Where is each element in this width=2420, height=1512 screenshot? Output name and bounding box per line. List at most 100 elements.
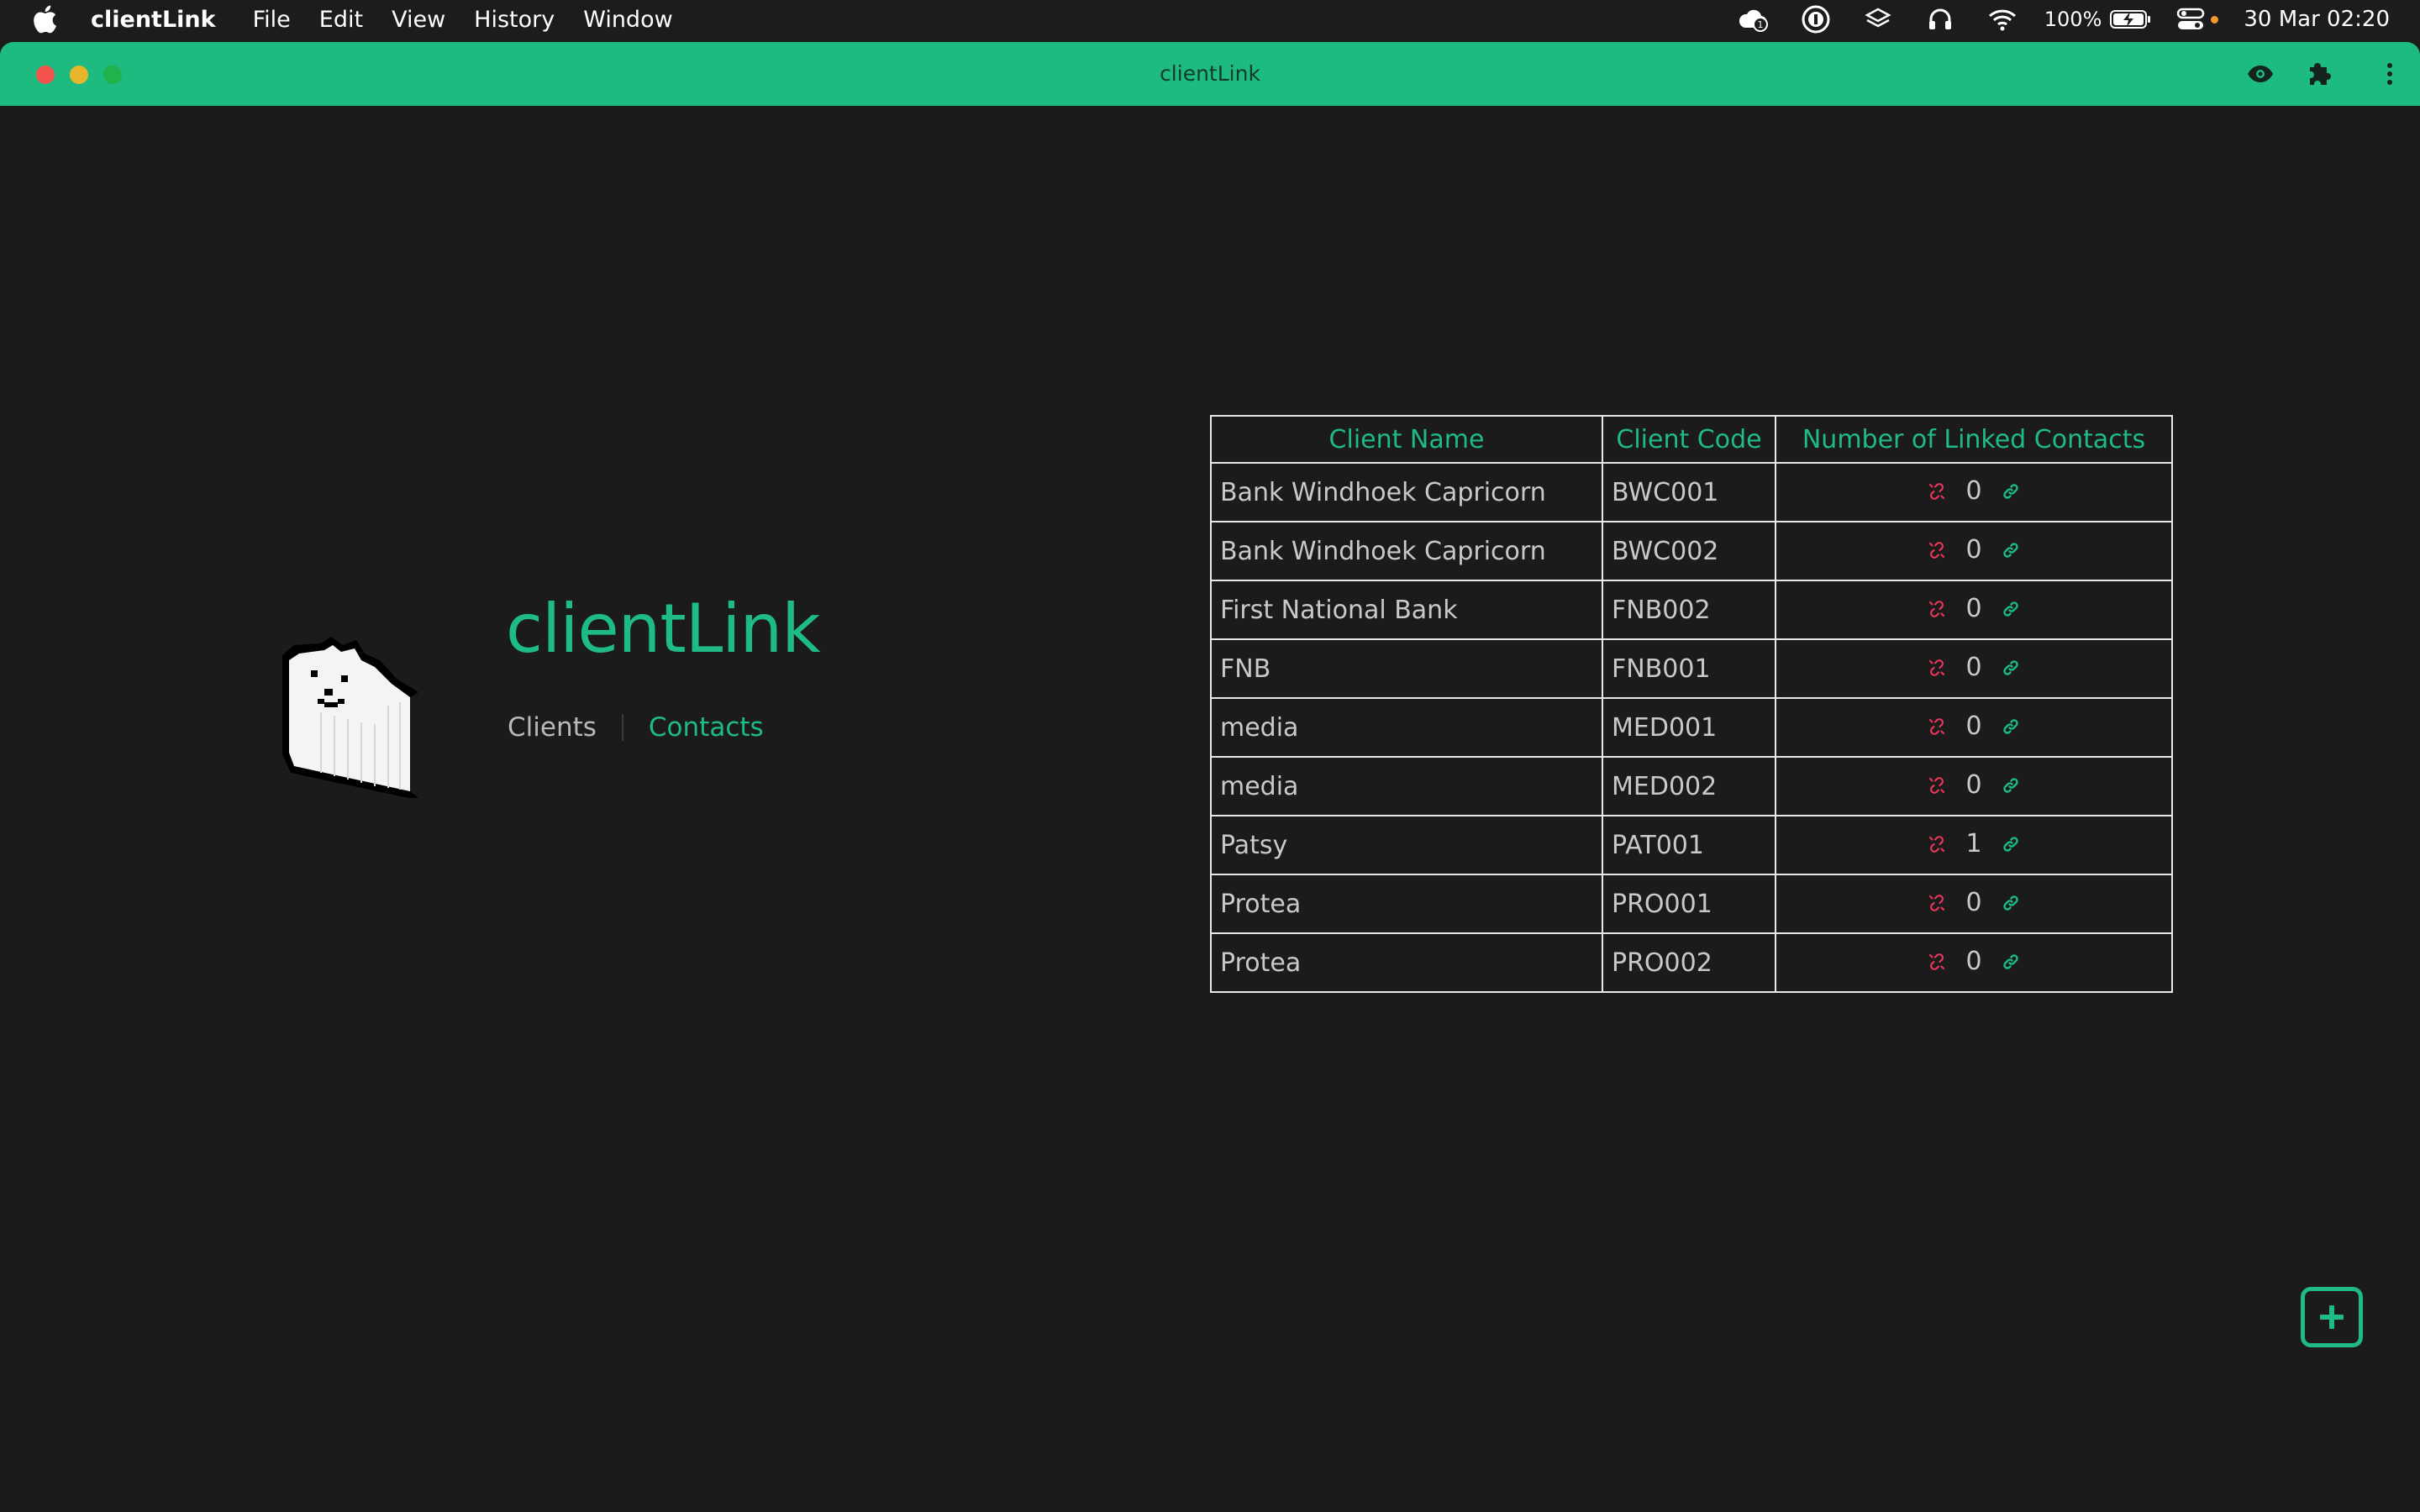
- table-row[interactable]: FNB FNB001 0: [1210, 638, 2173, 699]
- table-row[interactable]: Protea PRO001 0: [1210, 874, 2173, 934]
- unlink-icon[interactable]: [1926, 951, 1948, 973]
- table-row[interactable]: Bank Windhoek Capricorn BWC002 0: [1210, 521, 2173, 581]
- linked-contacts-count: 0: [1965, 535, 1982, 565]
- unlink-icon[interactable]: [1926, 892, 1948, 914]
- table-row[interactable]: Bank Windhoek Capricorn BWC001 0: [1210, 462, 2173, 522]
- menu-file[interactable]: File: [253, 7, 291, 33]
- client-code-cell: MED002: [1602, 756, 1776, 816]
- column-header-client-code[interactable]: Client Code: [1602, 415, 1776, 464]
- eye-icon[interactable]: [2245, 59, 2275, 89]
- unlink-icon[interactable]: [1926, 598, 1948, 620]
- client-name-cell: Protea: [1210, 874, 1603, 934]
- link-icon[interactable]: [2000, 480, 2022, 502]
- unlink-icon[interactable]: [1926, 539, 1948, 561]
- extensions-puzzle-icon[interactable]: [2306, 59, 2336, 89]
- layers-icon[interactable]: [1861, 3, 1895, 36]
- recording-indicator: [2211, 15, 2219, 24]
- clock[interactable]: 30 Mar 02:20: [2244, 7, 2390, 32]
- link-icon[interactable]: [2000, 892, 2022, 914]
- table-header-row: Client Name Client Code Number of Linked…: [1210, 415, 2173, 464]
- nav-clients-link[interactable]: Clients: [508, 712, 597, 743]
- linked-contacts-cell: 0: [1775, 932, 2173, 993]
- unlink-icon[interactable]: [1926, 480, 1948, 502]
- linked-contacts-cell: 0: [1775, 638, 2173, 699]
- add-client-button[interactable]: [2301, 1287, 2363, 1347]
- linked-contacts-count: 0: [1965, 653, 1982, 683]
- linked-contacts-cell: 0: [1775, 462, 2173, 522]
- window-title: clientLink: [1160, 61, 1260, 86]
- more-vertical-icon[interactable]: [2375, 59, 2405, 89]
- link-icon[interactable]: [2000, 774, 2022, 796]
- mascot-logo: [282, 637, 418, 798]
- linked-contacts-cell: 0: [1775, 521, 2173, 581]
- menu-view[interactable]: View: [392, 7, 445, 33]
- table-body: Bank Windhoek Capricorn BWC001 0 Bank Windh…: [1210, 462, 2173, 993]
- unlink-icon[interactable]: [1926, 716, 1948, 738]
- password-manager-icon[interactable]: [1799, 3, 1833, 36]
- link-icon[interactable]: [2000, 657, 2022, 679]
- clients-table: Client Name Client Code Number of Linked…: [1210, 415, 2173, 993]
- unlink-icon[interactable]: [1926, 774, 1948, 796]
- nav-contacts-link[interactable]: Contacts: [649, 712, 764, 743]
- svg-text:1: 1: [1757, 19, 1763, 30]
- menu-history[interactable]: History: [474, 7, 555, 33]
- menu-edit[interactable]: Edit: [319, 7, 363, 33]
- apple-icon[interactable]: [32, 5, 60, 34]
- battery-percent: 100%: [2044, 8, 2102, 31]
- table-row[interactable]: media MED002 0: [1210, 756, 2173, 816]
- client-name-cell: Bank Windhoek Capricorn: [1210, 462, 1603, 522]
- linked-contacts-count: 0: [1965, 770, 1982, 801]
- nav-divider: [621, 714, 623, 741]
- client-code-cell: MED001: [1602, 697, 1776, 758]
- client-code-cell: FNB002: [1602, 580, 1776, 640]
- client-code-cell: BWC002: [1602, 521, 1776, 581]
- linked-contacts-count: 0: [1965, 476, 1982, 507]
- brand-title: clientLink: [506, 590, 821, 668]
- main-nav: Clients Contacts: [508, 712, 764, 743]
- linked-contacts-count: 0: [1965, 947, 1982, 977]
- client-name-cell: Protea: [1210, 932, 1603, 993]
- battery-charging-icon[interactable]: [2110, 9, 2152, 29]
- link-icon[interactable]: [2000, 598, 2022, 620]
- client-code-cell: FNB001: [1602, 638, 1776, 699]
- add-square-icon: [2320, 1305, 2344, 1329]
- client-name-cell: Bank Windhoek Capricorn: [1210, 521, 1603, 581]
- client-code-cell: PAT001: [1602, 815, 1776, 875]
- table-row[interactable]: media MED001 0: [1210, 697, 2173, 758]
- menu-bar: clientLink File Edit View History Window…: [0, 0, 2420, 39]
- unlink-icon[interactable]: [1926, 833, 1948, 855]
- wifi-icon[interactable]: [1986, 3, 2019, 36]
- link-icon[interactable]: [2000, 833, 2022, 855]
- menu-app-name[interactable]: clientLink: [91, 7, 216, 33]
- client-code-cell: PRO002: [1602, 932, 1776, 993]
- table-row[interactable]: Patsy PAT001 1: [1210, 815, 2173, 875]
- link-icon[interactable]: [2000, 716, 2022, 738]
- cloud-badge-icon[interactable]: 1: [1737, 3, 1770, 36]
- status-area: 1 100% 30 Mar 02:20: [1708, 0, 2390, 39]
- menu-window[interactable]: Window: [583, 7, 672, 33]
- linked-contacts-cell: 1: [1775, 815, 2173, 875]
- table-row[interactable]: First National Bank FNB002 0: [1210, 580, 2173, 640]
- control-center-icon[interactable]: [2174, 3, 2207, 36]
- client-code-cell: BWC001: [1602, 462, 1776, 522]
- linked-contacts-cell: 0: [1775, 580, 2173, 640]
- linked-contacts-count: 0: [1965, 594, 1982, 624]
- linked-contacts-cell: 0: [1775, 874, 2173, 934]
- column-header-client-name[interactable]: Client Name: [1210, 415, 1603, 464]
- linked-contacts-count: 0: [1965, 711, 1982, 742]
- window-titlebar: clientLink: [0, 42, 2420, 106]
- client-name-cell: media: [1210, 697, 1603, 758]
- client-name-cell: Patsy: [1210, 815, 1603, 875]
- unlink-icon[interactable]: [1926, 657, 1948, 679]
- linked-contacts-count: 1: [1965, 829, 1982, 859]
- link-icon[interactable]: [2000, 951, 2022, 973]
- linked-contacts-cell: 0: [1775, 697, 2173, 758]
- table-row[interactable]: Protea PRO002 0: [1210, 932, 2173, 993]
- headphones-icon[interactable]: [1923, 3, 1957, 36]
- link-icon[interactable]: [2000, 539, 2022, 561]
- client-name-cell: media: [1210, 756, 1603, 816]
- client-name-cell: First National Bank: [1210, 580, 1603, 640]
- column-header-linked-contacts[interactable]: Number of Linked Contacts: [1775, 415, 2173, 464]
- linked-contacts-count: 0: [1965, 888, 1982, 918]
- client-name-cell: FNB: [1210, 638, 1603, 699]
